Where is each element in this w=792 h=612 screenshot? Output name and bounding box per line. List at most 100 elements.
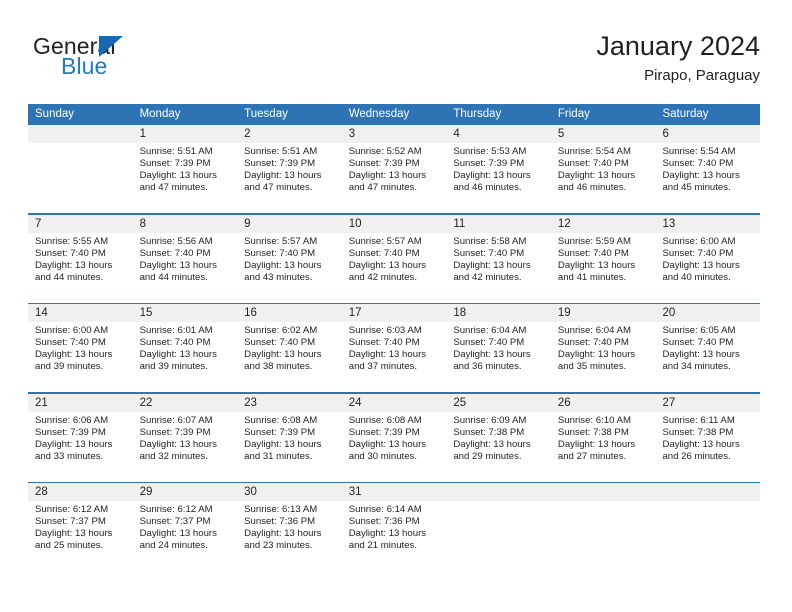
daylight-text-line1: Daylight: 13 hours bbox=[557, 349, 636, 361]
day-cell[interactable]: Sunrise: 6:09 AM Sunset: 7:38 PM Dayligh… bbox=[446, 412, 551, 482]
day-cell[interactable]: Sunrise: 5:59 AM Sunset: 7:40 PM Dayligh… bbox=[551, 233, 656, 303]
day-cell[interactable]: Sunrise: 5:55 AM Sunset: 7:40 PM Dayligh… bbox=[28, 233, 133, 303]
daylight-text-line2: and 34 minutes. bbox=[662, 361, 731, 373]
day-cell[interactable]: Sunrise: 5:56 AM Sunset: 7:40 PM Dayligh… bbox=[133, 233, 238, 303]
sunrise-text: Sunrise: 6:13 AM bbox=[244, 504, 318, 515]
day-number[interactable]: 1 bbox=[133, 125, 238, 143]
day-number[interactable]: 9 bbox=[237, 215, 342, 233]
day-number[interactable]: 26 bbox=[551, 394, 656, 412]
day-cell[interactable]: Sunrise: 6:08 AM Sunset: 7:39 PM Dayligh… bbox=[342, 412, 447, 482]
day-cell[interactable]: Sunrise: 5:57 AM Sunset: 7:40 PM Dayligh… bbox=[237, 233, 342, 303]
daylight-text-line2: and 27 minutes. bbox=[557, 450, 627, 462]
sunrise-text: Sunrise: 5:55 AM bbox=[35, 235, 109, 247]
sunrise-text: Sunrise: 6:12 AM bbox=[35, 504, 109, 515]
day-number[interactable]: 2 bbox=[237, 125, 342, 143]
day-number[interactable]: 18 bbox=[446, 304, 551, 322]
day-cell[interactable]: Sunrise: 5:54 AM Sunset: 7:40 PM Dayligh… bbox=[551, 143, 656, 213]
logo-text-blue: Blue bbox=[61, 53, 108, 79]
sunset-text: Sunset: 7:40 PM bbox=[557, 158, 629, 170]
day-number[interactable]: 14 bbox=[28, 304, 133, 322]
day-number[interactable]: 15 bbox=[133, 304, 238, 322]
day-number[interactable]: 24 bbox=[342, 394, 447, 412]
day-number[interactable]: 5 bbox=[551, 125, 656, 143]
day-cell[interactable]: Sunrise: 5:53 AM Sunset: 7:39 PM Dayligh… bbox=[446, 143, 551, 213]
day-cell[interactable]: Sunrise: 5:51 AM Sunset: 7:39 PM Dayligh… bbox=[237, 143, 342, 213]
daylight-text-line2: and 24 minutes. bbox=[139, 540, 208, 552]
day-cell[interactable] bbox=[28, 143, 133, 213]
day-number[interactable]: 7 bbox=[28, 215, 133, 233]
day-number[interactable]: 8 bbox=[133, 215, 238, 233]
sunset-text: Sunset: 7:36 PM bbox=[244, 516, 316, 528]
day-number[interactable]: 13 bbox=[655, 215, 760, 233]
day-cell[interactable]: Sunrise: 6:12 AM Sunset: 7:37 PM Dayligh… bbox=[28, 501, 133, 571]
sunrise-text: Sunrise: 5:53 AM bbox=[453, 146, 527, 157]
daylight-text-line1: Daylight: 13 hours bbox=[139, 170, 217, 182]
daylight-text-line1: Daylight: 13 hours bbox=[557, 438, 636, 450]
day-cell[interactable]: Sunrise: 6:00 AM Sunset: 7:40 PM Dayligh… bbox=[655, 233, 760, 303]
day-cell[interactable]: Sunrise: 6:00 AM Sunset: 7:40 PM Dayligh… bbox=[28, 322, 133, 392]
day-cell[interactable]: Sunrise: 6:13 AM Sunset: 7:36 PM Dayligh… bbox=[237, 501, 342, 571]
week-date-number-band: 21 22 23 24 25 26 27 bbox=[28, 393, 760, 412]
day-cell[interactable] bbox=[655, 501, 760, 571]
week-detail-band: Sunrise: 5:51 AM Sunset: 7:39 PM Dayligh… bbox=[28, 143, 760, 213]
sunrise-text: Sunrise: 5:56 AM bbox=[139, 235, 213, 247]
day-cell[interactable]: Sunrise: 5:51 AM Sunset: 7:39 PM Dayligh… bbox=[133, 143, 238, 213]
day-cell[interactable]: Sunrise: 5:54 AM Sunset: 7:40 PM Dayligh… bbox=[655, 143, 760, 213]
location-subtitle: Pirapo, Paraguay bbox=[644, 67, 760, 84]
day-number[interactable]: 11 bbox=[446, 215, 551, 233]
day-cell[interactable]: Sunrise: 6:04 AM Sunset: 7:40 PM Dayligh… bbox=[446, 322, 551, 392]
weekday-header-saturday: Saturday bbox=[662, 108, 709, 120]
day-cell[interactable]: Sunrise: 5:52 AM Sunset: 7:39 PM Dayligh… bbox=[342, 143, 447, 213]
day-number[interactable] bbox=[28, 125, 133, 143]
day-cell[interactable]: Sunrise: 5:58 AM Sunset: 7:40 PM Dayligh… bbox=[446, 233, 551, 303]
day-cell[interactable]: Sunrise: 5:57 AM Sunset: 7:40 PM Dayligh… bbox=[342, 233, 447, 303]
daylight-text-line2: and 37 minutes. bbox=[348, 361, 418, 373]
day-cell[interactable]: Sunrise: 6:06 AM Sunset: 7:39 PM Dayligh… bbox=[28, 412, 133, 482]
day-number[interactable]: 4 bbox=[446, 125, 551, 143]
sunset-text: Sunset: 7:40 PM bbox=[139, 247, 211, 259]
day-cell[interactable]: Sunrise: 6:04 AM Sunset: 7:40 PM Dayligh… bbox=[551, 322, 656, 392]
day-number[interactable] bbox=[446, 483, 551, 501]
day-number[interactable]: 12 bbox=[551, 215, 656, 233]
day-number[interactable]: 28 bbox=[28, 483, 133, 501]
day-cell[interactable]: Sunrise: 6:14 AM Sunset: 7:36 PM Dayligh… bbox=[342, 501, 447, 571]
day-number[interactable]: 17 bbox=[342, 304, 447, 322]
daylight-text-line1: Daylight: 13 hours bbox=[348, 528, 427, 540]
day-cell[interactable]: Sunrise: 6:11 AM Sunset: 7:38 PM Dayligh… bbox=[655, 412, 760, 482]
day-number[interactable]: 31 bbox=[342, 483, 447, 501]
day-cell[interactable]: Sunrise: 6:07 AM Sunset: 7:39 PM Dayligh… bbox=[133, 412, 238, 482]
sunset-text: Sunset: 7:40 PM bbox=[557, 337, 629, 349]
day-cell[interactable]: Sunrise: 6:01 AM Sunset: 7:40 PM Dayligh… bbox=[133, 322, 238, 392]
day-number[interactable]: 20 bbox=[655, 304, 760, 322]
sunset-text: Sunset: 7:40 PM bbox=[453, 247, 525, 259]
day-number[interactable]: 29 bbox=[133, 483, 238, 501]
day-number[interactable]: 16 bbox=[237, 304, 342, 322]
title-block: January 2024 Pirapo, Paraguay bbox=[596, 30, 760, 85]
daylight-text-line2: and 39 minutes. bbox=[139, 361, 208, 373]
day-cell[interactable] bbox=[551, 501, 656, 571]
sunset-text: Sunset: 7:40 PM bbox=[662, 247, 734, 259]
weekday-header-monday: Monday bbox=[139, 108, 181, 120]
daylight-text-line1: Daylight: 13 hours bbox=[35, 259, 113, 271]
day-number[interactable]: 6 bbox=[655, 125, 760, 143]
day-cell[interactable]: Sunrise: 6:08 AM Sunset: 7:39 PM Dayligh… bbox=[237, 412, 342, 482]
day-number[interactable]: 22 bbox=[133, 394, 238, 412]
day-number[interactable]: 30 bbox=[237, 483, 342, 501]
day-number[interactable]: 21 bbox=[28, 394, 133, 412]
general-blue-logo: General Blue bbox=[33, 34, 233, 90]
day-number[interactable]: 27 bbox=[655, 394, 760, 412]
day-number[interactable]: 25 bbox=[446, 394, 551, 412]
day-number[interactable]: 23 bbox=[237, 394, 342, 412]
day-number[interactable]: 10 bbox=[342, 215, 447, 233]
day-cell[interactable]: Sunrise: 6:05 AM Sunset: 7:40 PM Dayligh… bbox=[655, 322, 760, 392]
daylight-text-line1: Daylight: 13 hours bbox=[139, 259, 217, 271]
day-cell[interactable] bbox=[446, 501, 551, 571]
day-number[interactable]: 3 bbox=[342, 125, 447, 143]
day-cell[interactable]: Sunrise: 6:12 AM Sunset: 7:37 PM Dayligh… bbox=[133, 501, 238, 571]
day-cell[interactable]: Sunrise: 6:03 AM Sunset: 7:40 PM Dayligh… bbox=[342, 322, 447, 392]
day-number[interactable] bbox=[551, 483, 656, 501]
day-number[interactable] bbox=[655, 483, 760, 501]
day-cell[interactable]: Sunrise: 6:10 AM Sunset: 7:38 PM Dayligh… bbox=[551, 412, 656, 482]
day-cell[interactable]: Sunrise: 6:02 AM Sunset: 7:40 PM Dayligh… bbox=[237, 322, 342, 392]
day-number[interactable]: 19 bbox=[551, 304, 656, 322]
